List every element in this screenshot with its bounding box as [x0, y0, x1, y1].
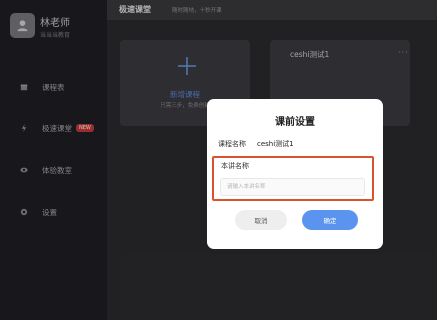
dialog-title: 课前设置 [275, 117, 315, 128]
lecture-name-label: 本讲名称 [221, 162, 249, 170]
cancel-button[interactable]: 取消 [235, 210, 287, 230]
course-name-label: 课程名称 [218, 140, 246, 148]
lecture-name-input[interactable] [220, 178, 365, 196]
pre-class-settings-dialog: 课前设置 课程名称 ceshi测试1 本讲名称 取消 确定 [207, 99, 383, 249]
lecture-name-field-highlight: 本讲名称 [212, 156, 374, 201]
course-name-value: ceshi测试1 [257, 140, 294, 148]
confirm-button[interactable]: 确定 [302, 210, 358, 230]
